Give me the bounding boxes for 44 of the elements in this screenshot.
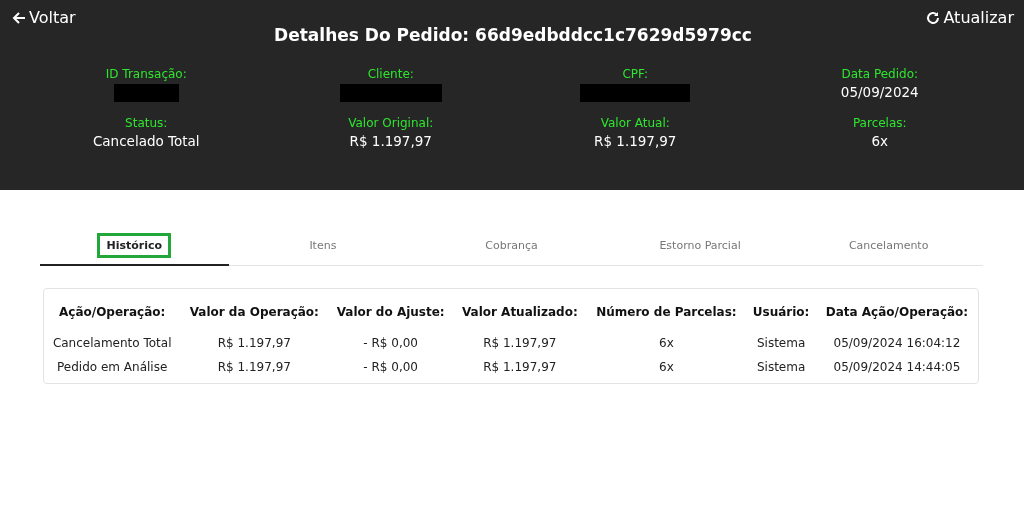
field-label: Cliente:: [367, 67, 414, 81]
column-header: Número de Parcelas:: [595, 305, 738, 321]
tab[interactable]: Cobrança: [417, 236, 606, 266]
field-value: Cancelado Total: [92, 133, 200, 149]
field-label: Valor Atual:: [600, 116, 670, 130]
tab[interactable]: Cancelamento: [794, 236, 983, 266]
refresh-button[interactable]: Atualizar: [926, 8, 1014, 27]
table-cell-text: R$ 1.197,97: [482, 359, 558, 376]
table-cell-text: Pedido em Análise: [56, 359, 169, 376]
field-label: Status:: [125, 116, 168, 130]
table-cell-text: 05/09/2024 16:04:12: [832, 335, 962, 352]
table-cell-text: - R$ 0,00: [362, 359, 419, 376]
table-cell-text: R$ 1.197,97: [482, 335, 558, 352]
column-header: Valor do Ajuste:: [335, 305, 446, 321]
tab[interactable]: Estorno Parcial: [605, 236, 795, 266]
table-cell-text: Sistema: [755, 359, 807, 376]
table-cell-text: - R$ 0,00: [362, 335, 419, 352]
column-header: Ação/Operação:: [58, 305, 167, 321]
refresh-icon: [926, 10, 941, 25]
tab[interactable]: Itens: [228, 236, 418, 266]
field-value: R$ 1.197,97: [594, 133, 677, 149]
table-cell-text: Cancelamento Total: [51, 335, 173, 352]
page-title: Detalhes Do Pedido: 66d9edbddcc1c7629d5979cc: [273, 25, 753, 45]
column-header: Usuário:: [751, 305, 811, 321]
table-cell-text: Sistema: [755, 335, 807, 352]
arrow-left-icon: [12, 10, 26, 25]
column-header: Valor da Operação:: [188, 305, 320, 321]
table-cell-text: R$ 1.197,97: [216, 359, 292, 376]
column-header: Data Ação/Operação:: [824, 305, 970, 321]
field-label: ID Transação:: [105, 67, 187, 81]
field-label: Data Pedido:: [841, 67, 919, 81]
field-label: CPF:: [622, 67, 649, 81]
field-value: R$ 1.197,97: [349, 133, 432, 149]
field-label: Parcelas:: [852, 116, 907, 130]
back-button[interactable]: Voltar: [12, 8, 76, 27]
field-value: 05/09/2024: [840, 84, 919, 100]
table-cell-text: 6x: [658, 335, 675, 352]
table-cell-text: 6x: [658, 359, 675, 376]
field-label: Valor Original:: [348, 116, 434, 130]
tab[interactable]: Histórico: [40, 236, 229, 266]
table-cell-text: R$ 1.197,97: [216, 335, 292, 352]
column-header: Valor Atualizado:: [460, 305, 579, 321]
field-value: 6x: [871, 133, 889, 149]
table-cell-text: 05/09/2024 14:44:05: [832, 359, 962, 376]
